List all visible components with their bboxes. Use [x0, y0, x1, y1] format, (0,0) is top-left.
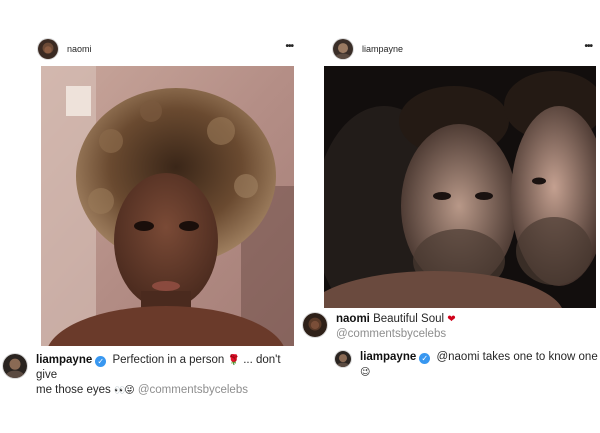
comment: naomi Beautiful Soul ❤ @commentsbycelebs	[302, 312, 600, 342]
comment-message: @naomi takes one to know one	[436, 351, 598, 363]
comment-message: Beautiful Soul	[373, 313, 445, 325]
comment-message: Perfection in a person	[112, 354, 225, 366]
avatar[interactable]	[2, 353, 28, 379]
comment-message: me those eyes	[36, 384, 111, 396]
wink-emoji-icon: 😉	[360, 367, 371, 378]
post-photo[interactable]	[41, 66, 294, 346]
profile-photo-icon	[303, 313, 327, 337]
comment: liampayne ✓ @naomi takes one to know one …	[334, 350, 600, 380]
comment-username[interactable]: liampayne	[360, 351, 416, 363]
comment-text: liampayne ✓ Perfection in a person 🌹 ... …	[36, 353, 302, 398]
heart-emoji-icon: ❤	[447, 314, 456, 325]
eyes-emoji-icon: 👀	[114, 385, 125, 395]
avatar[interactable]	[334, 350, 352, 368]
avatar[interactable]	[302, 312, 328, 338]
comment-text: naomi Beautiful Soul ❤ @commentsbycelebs	[336, 312, 456, 342]
more-options-icon[interactable]: •••	[584, 42, 592, 52]
selfie-photo	[41, 66, 294, 346]
post-header: liampayne •••	[332, 34, 600, 64]
profile-photo-icon	[335, 351, 351, 367]
post-header: naomi •••	[37, 34, 299, 64]
post-username[interactable]: liampayne	[362, 44, 403, 54]
post-photo[interactable]	[324, 66, 596, 308]
verified-badge-icon: ✓	[419, 353, 431, 364]
comment-username[interactable]: naomi	[336, 313, 370, 325]
profile-photo-icon	[333, 39, 353, 59]
avatar[interactable]	[37, 38, 59, 60]
rose-emoji-icon: 🌹	[227, 355, 240, 366]
comment-username[interactable]: liampayne	[36, 354, 92, 366]
wink-tongue-emoji-icon: 😜	[124, 385, 135, 396]
portrait-photo	[324, 66, 596, 308]
post-username[interactable]: naomi	[67, 44, 92, 54]
comment: liampayne ✓ Perfection in a person 🌹 ... …	[2, 353, 302, 398]
right-post: liampayne •••	[320, 34, 600, 64]
watermark-handle: @commentsbycelebs	[137, 384, 248, 396]
profile-photo-icon	[3, 354, 27, 378]
more-options-icon[interactable]: •••	[285, 42, 293, 52]
left-post: naomi •••	[37, 34, 299, 64]
watermark-handle: @commentsbycelebs	[336, 328, 447, 340]
comment-text: liampayne ✓ @naomi takes one to know one …	[360, 350, 600, 380]
avatar[interactable]	[332, 38, 354, 60]
profile-photo-icon	[38, 39, 58, 59]
verified-badge-icon: ✓	[95, 356, 107, 367]
